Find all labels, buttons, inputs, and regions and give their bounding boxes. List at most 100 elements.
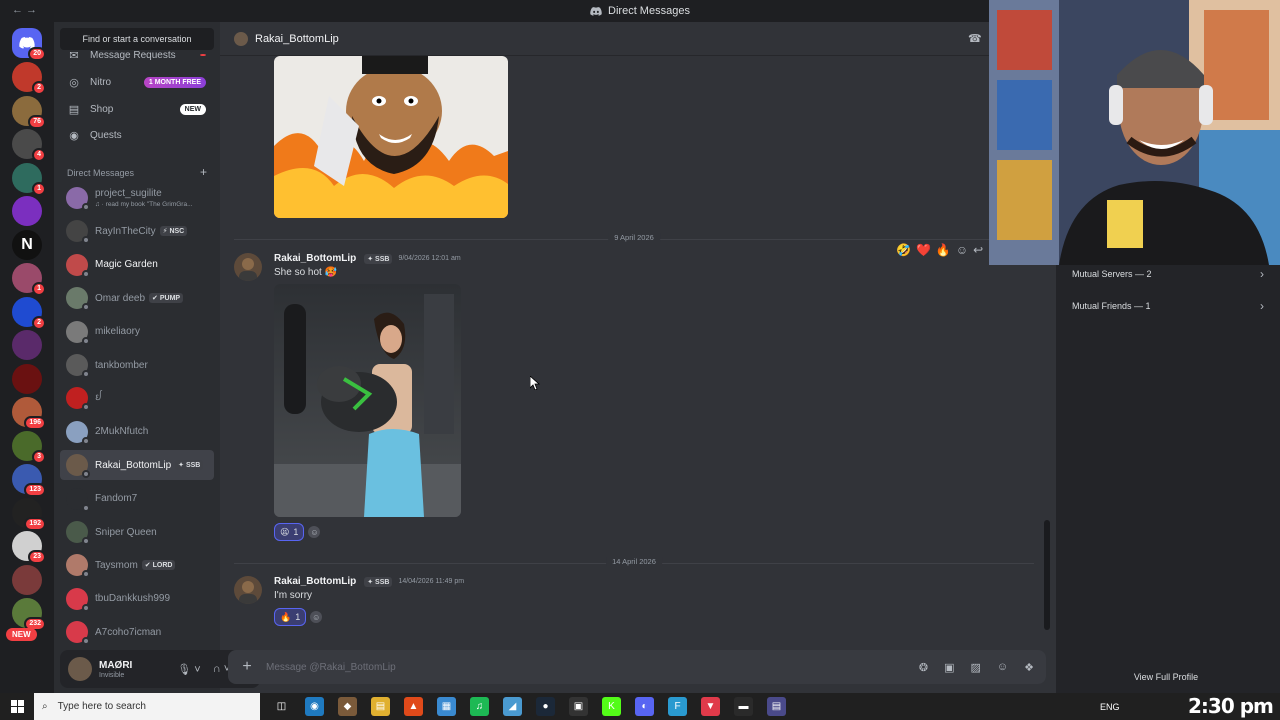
nav-item-shop[interactable]: ▤ Shop NEW [60,96,214,122]
mutual-friends-row[interactable]: Mutual Friends — 1 › [1064,292,1264,320]
nav-item-message-requests[interactable]: ✉ Message Requests [60,42,214,68]
view-full-profile-link[interactable]: View Full Profile [1056,672,1276,682]
message-author[interactable]: Rakai_BottomLip [274,576,356,587]
server-icon[interactable]: 23 [12,531,46,564]
dm-item[interactable]: Sniper Queen [60,517,214,547]
message-author[interactable]: Rakai_BottomLip [274,253,356,264]
add-reaction-icon[interactable]: ☺ [308,526,321,538]
message-timestamp: 9/04/2026 12:01 am [398,255,461,262]
taskbar-clock[interactable]: 2:30 pm [1188,694,1274,718]
gif-icon[interactable]: ▣ [944,661,954,674]
server-icon[interactable] [12,196,42,226]
dm-item[interactable]: ᩀ [60,383,214,413]
dm-item[interactable]: Omar deeb ✔ PUMP [60,283,214,313]
call-icon[interactable]: ☎ [968,32,982,45]
nav-item-nitro[interactable]: ◎ Nitro 1 MONTH FREE [60,69,214,95]
language-indicator[interactable]: ENG [1100,702,1120,712]
dm-item[interactable]: Fandom7 [60,484,214,514]
gif-image[interactable] [274,56,508,218]
gift-icon[interactable]: ❂ [919,661,928,674]
chat-scrollbar[interactable] [1044,520,1050,630]
server-icon[interactable]: 3 [12,430,46,464]
dm-name: Taysmom [95,559,138,571]
dm-avatar [66,487,90,512]
create-dm-icon[interactable]: + [200,165,207,179]
server-icon[interactable] [12,330,42,360]
attach-plus-icon[interactable]: + [228,658,266,676]
emoji-icon[interactable]: ☺ [997,661,1008,674]
taskbar-app-13-icon[interactable]: F [668,697,687,716]
reaction-emoji: 😫 [280,526,290,537]
server-icon[interactable] [12,564,42,595]
server-icon[interactable] [12,363,42,394]
dm-item[interactable]: mikeliaory [60,317,214,347]
server-icon[interactable]: N [12,229,42,260]
reaction-chip[interactable]: 🔥 1 [274,608,307,626]
dm-name: Fandom7 [95,493,138,505]
nav-item-quests[interactable]: ◉ Quests [60,122,214,148]
taskbar-spotify-icon[interactable]: ♫ [470,697,489,716]
taskbar-kick-icon[interactable]: K [602,697,621,716]
server-icon[interactable]: 232 [12,598,46,631]
apps-icon[interactable]: ❖ [1024,661,1034,674]
microphone-icon[interactable]: 🎙︎ ˅ [177,663,200,676]
server-icon[interactable]: 1 [12,162,46,196]
server-icon[interactable]: 123 [12,464,46,497]
taskbar-edge-icon[interactable]: ◉ [305,697,324,716]
dm-item[interactable]: Magic Garden [60,250,214,280]
chat-header-name[interactable]: Rakai_BottomLip [255,33,339,45]
back-forward-icon[interactable]: ← → [12,4,37,16]
server-icon[interactable]: 196 [12,397,46,430]
status-dot [82,603,90,612]
dm-item[interactable]: A7coho7icman [60,617,214,647]
server-icon[interactable]: 76 [12,95,46,129]
dm-item[interactable]: project_sugilite ♫ · read my book "The Gr… [60,183,214,213]
dm-item[interactable]: RayInTheCity ⚡ NSC [60,216,214,246]
dm-item[interactable]: Rakai_BottomLip ✦ SSB [60,450,214,481]
quick-reaction-fire-icon[interactable]: 🔥 [936,243,951,257]
taskbar-steam-icon[interactable]: ● [536,697,555,716]
server-icon[interactable]: 4 [12,129,46,162]
taskbar-app-10-icon[interactable]: ▣ [569,697,588,716]
server-icon[interactable]: 1 [12,263,46,296]
taskbar-discord-icon[interactable]: ◐ [635,697,654,716]
nitro-icon: ◎ [69,76,79,89]
windows-start-icon[interactable] [0,693,34,720]
add-reaction-icon[interactable]: ☺ [310,611,323,623]
taskbar-app-3-icon[interactable]: ◆ [338,697,357,716]
taskbar-valorant-icon[interactable]: ▼ [701,697,720,716]
taskbar-brave-icon[interactable]: ▲ [404,697,423,716]
taskbar-app-8-icon[interactable]: ◢ [503,697,522,716]
taskbar-task-view-icon[interactable]: ◫ [272,697,291,716]
dm-item[interactable]: tankbomber [60,350,214,380]
dm-item[interactable]: tbuDankkush999 [60,584,214,614]
user-avatar[interactable] [68,657,92,681]
dm-avatar [66,320,90,345]
taskbar-app-15-icon[interactable]: ▬ [734,697,753,716]
attached-image[interactable] [274,284,461,517]
taskbar-store-icon[interactable]: ▦ [437,697,456,716]
server-icon[interactable]: 192 [12,497,46,531]
dm-item[interactable]: Taysmom ✔ LORD [60,550,214,580]
reply-icon[interactable]: ↩ [973,243,983,257]
dm-name: ᩀ [95,392,102,404]
quick-reaction-heart-icon[interactable]: ❤️ [916,243,931,257]
home-button[interactable]: 20 [12,28,46,61]
server-icon[interactable]: 2 [12,296,46,330]
taskbar-explorer-icon[interactable]: ▤ [371,697,390,716]
reaction-chip[interactable]: 😫 1 [274,523,305,541]
taskbar-search[interactable]: ⌕ Type here to search [34,693,260,720]
taskbar-app-16-icon[interactable]: ▤ [767,697,786,716]
author-avatar[interactable] [234,253,262,281]
dm-item[interactable]: 2MukNfutch [60,417,214,447]
message-input[interactable] [266,661,919,673]
dm-activity: ♫ · read my book "The GrimGra... [95,201,193,208]
new-servers-pill[interactable]: NEW [6,628,37,641]
author-avatar[interactable] [234,576,262,604]
sticker-icon[interactable]: ▨ [970,661,980,674]
server-icon[interactable]: 2 [12,62,46,95]
server-badge: 2 [32,315,46,330]
quick-reaction-laugh-icon[interactable]: 🤣 [896,243,911,257]
discord-window: ← → Direct Messages 20 2 76 4 1 N 1 2 196 3 123 19… [0,0,1280,693]
add-reaction-icon[interactable]: ☺ [956,243,968,257]
